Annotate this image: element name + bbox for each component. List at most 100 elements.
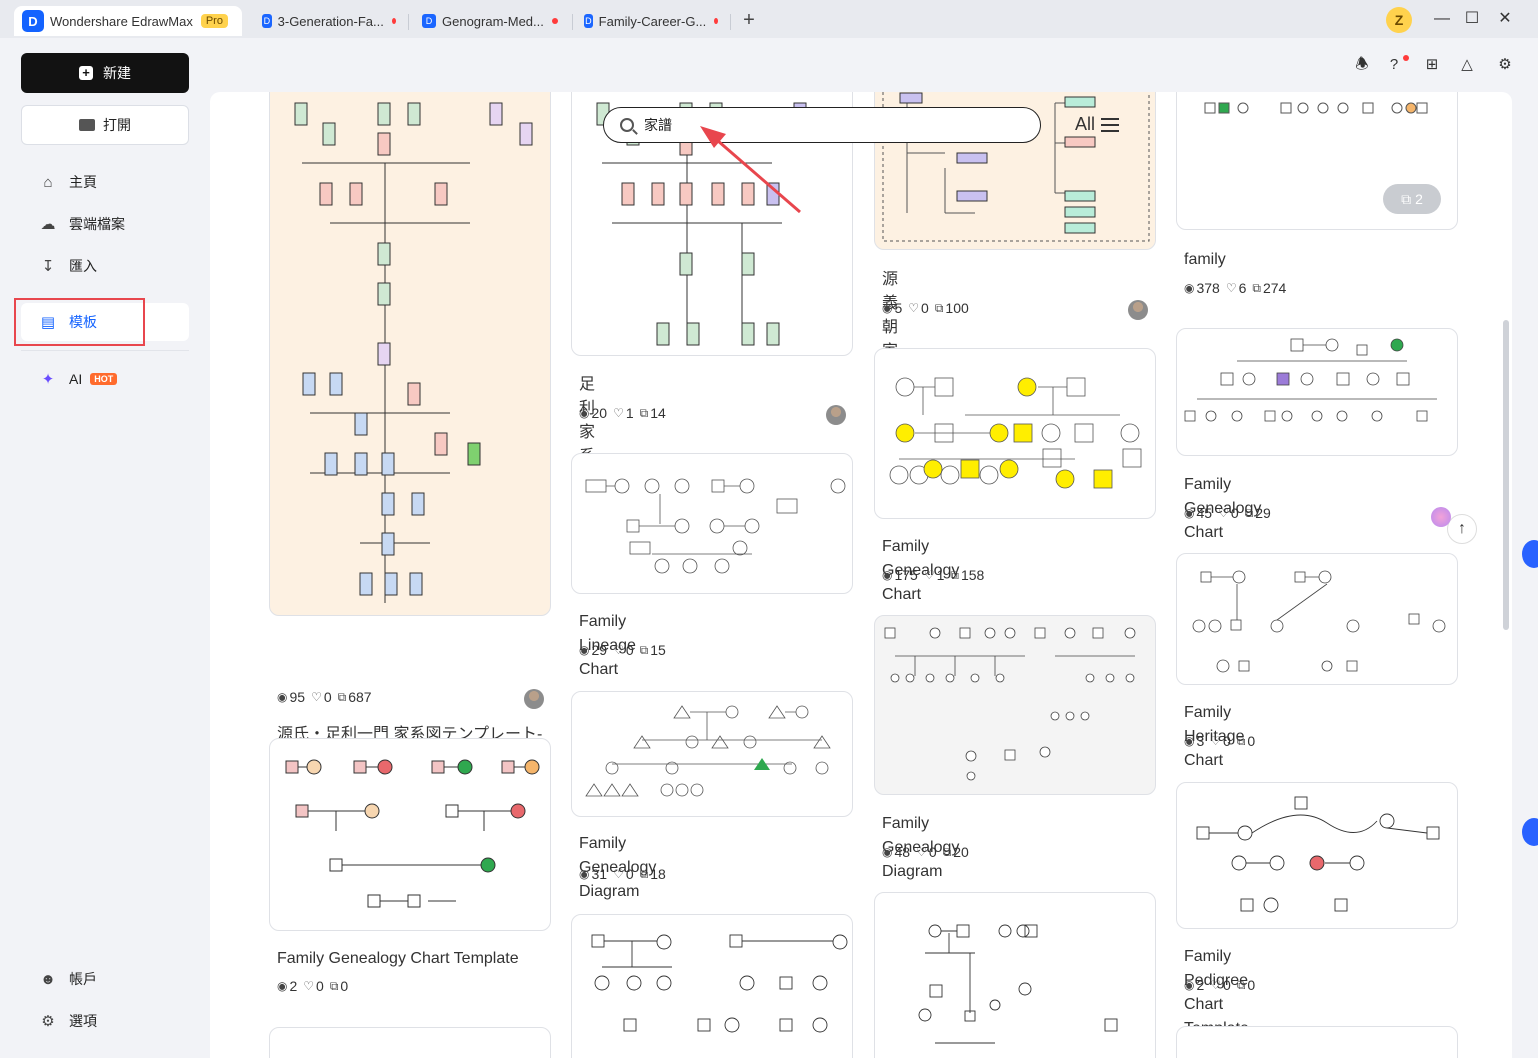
- views-count: 45: [1196, 505, 1213, 521]
- theme-shirt-icon[interactable]: △: [1457, 55, 1477, 75]
- apps-grid-icon[interactable]: ⊞: [1422, 55, 1442, 75]
- sidebar: + 新建 打開 ⌂ 主頁 ☁ 雲端檔案 ↧ 匯入 ▤ 模板 ✦ AI HOT ☻…: [0, 38, 208, 1058]
- template-stats: ◉ 95 ♡ 0 ⧉ 687: [277, 689, 372, 705]
- account-icon: ☻: [40, 970, 56, 988]
- scrollbar[interactable]: [1503, 320, 1509, 630]
- views-eye-icon: ◉: [579, 406, 590, 420]
- template-thumbnail[interactable]: [874, 348, 1156, 519]
- template-thumbnail[interactable]: [571, 914, 853, 1058]
- copies-icon: ⧉: [329, 978, 339, 993]
- sidebar-item-label: 雲端檔案: [69, 216, 125, 232]
- tab-app-home[interactable]: D Wondershare EdrawMax Pro: [14, 6, 242, 36]
- template-stats: ◉ 3 ♡ 0 ⧉ 0: [1184, 733, 1255, 749]
- sidebar-item-import[interactable]: ↧ 匯入: [21, 247, 189, 285]
- assistant-bubble-icon[interactable]: [1522, 818, 1538, 846]
- likes-heart-icon: ♡: [916, 845, 927, 859]
- sidebar-item-label: AI: [69, 371, 83, 387]
- category-filter[interactable]: All: [1075, 114, 1120, 135]
- unsaved-dot-icon: [551, 18, 558, 24]
- pedigree-chart-thumbnail-image: [1196, 796, 1440, 913]
- settings-gear-icon: ⚙: [41, 1013, 55, 1030]
- copies-count: 0: [340, 978, 349, 994]
- genogram-thumbnail-image: [918, 924, 1118, 1044]
- genealogy-chart-thumbnail-image: [1184, 338, 1437, 422]
- tab-separator: [730, 14, 731, 30]
- search-input[interactable]: [644, 117, 1004, 133]
- template-stats: ◉ 20 ♡ 1 ⧉ 14: [579, 405, 666, 421]
- tab-label: 3-Generation-Fa...: [277, 13, 384, 29]
- sidebar-item-ai[interactable]: ✦ AI HOT: [21, 360, 189, 398]
- template-thumbnail[interactable]: [874, 615, 1156, 795]
- back-to-top-button[interactable]: ↑: [1447, 514, 1477, 544]
- tab-document-1[interactable]: D 3-Generation-Fa...: [254, 6, 404, 36]
- likes-heart-icon: ♡: [613, 867, 624, 881]
- template-stats: ◉ 2 ♡ 0 ⧉ 0: [277, 978, 348, 994]
- template-thumbnail[interactable]: [1176, 1026, 1458, 1058]
- notification-dot-icon: [1403, 55, 1409, 61]
- genealogy-chart-thumbnail-image: [889, 377, 1142, 489]
- document-icon: D: [584, 14, 593, 28]
- likes-count: 0: [625, 642, 634, 658]
- sidebar-item-label: 選項: [69, 1013, 97, 1029]
- views-eye-icon: ◉: [579, 867, 590, 881]
- tab-document-2[interactable]: D Genogram-Med...: [414, 6, 570, 36]
- sidebar-item-options[interactable]: ⚙ 選項: [21, 1002, 189, 1040]
- menu-lines-icon: [1101, 117, 1120, 132]
- layers-icon: ⧉: [1401, 190, 1412, 207]
- notification-bell-icon[interactable]: 🕭: [1352, 55, 1372, 75]
- tab-document-3[interactable]: D Family-Career-G...: [576, 6, 726, 36]
- views-eye-icon: ◉: [1184, 506, 1195, 520]
- template-thumbnail[interactable]: [874, 892, 1156, 1058]
- new-tab-button[interactable]: +: [738, 8, 760, 32]
- sidebar-item-cloud-files[interactable]: ☁ 雲端檔案: [21, 205, 189, 243]
- ai-sparkle-icon: ✦: [41, 371, 55, 388]
- template-title[interactable]: Family Genealogy Chart Template: [277, 947, 557, 971]
- tab-label: Genogram-Med...: [442, 13, 544, 29]
- template-stats: ◉ 175 ♡ 1 ⧉ 158: [882, 567, 984, 583]
- template-thumbnail[interactable]: [1176, 553, 1458, 685]
- template-thumbnail[interactable]: [1176, 782, 1458, 929]
- hot-badge: HOT: [90, 373, 118, 385]
- new-button[interactable]: + 新建: [21, 53, 189, 93]
- template-search-box[interactable]: [603, 107, 1041, 143]
- author-avatar[interactable]: [524, 689, 544, 709]
- sidebar-item-home[interactable]: ⌂ 主頁: [21, 163, 189, 201]
- page-count-badge: ⧉ 2: [1383, 184, 1441, 214]
- template-thumbnail[interactable]: [269, 738, 551, 931]
- views-count: 175: [894, 567, 918, 583]
- likes-heart-icon: ♡: [311, 690, 322, 704]
- likes-count: 6: [1238, 280, 1247, 296]
- settings-gear-icon[interactable]: ⚙: [1495, 55, 1515, 75]
- template-thumbnail[interactable]: [571, 691, 853, 817]
- template-thumbnail[interactable]: [269, 92, 551, 616]
- assistant-bubble-icon[interactable]: [1522, 540, 1538, 568]
- close-button[interactable]: ✕: [1493, 8, 1517, 30]
- template-stats: ◉ 2 ♡ 0 ⧉ 0: [1184, 977, 1255, 993]
- open-button[interactable]: 打開: [21, 105, 189, 145]
- likes-count: 0: [316, 978, 324, 994]
- likes-heart-icon: ♡: [1210, 978, 1222, 992]
- author-avatar[interactable]: [826, 405, 846, 425]
- copies-icon: ⧉: [1252, 280, 1261, 295]
- template-title[interactable]: family: [1184, 248, 1226, 272]
- views-eye-icon: ◉: [1184, 734, 1195, 748]
- copies-count: 14: [650, 405, 666, 421]
- author-avatar[interactable]: [1431, 507, 1451, 527]
- views-eye-icon: ◉: [1184, 281, 1195, 295]
- likes-count: 1: [625, 405, 634, 421]
- edrawmax-logo-icon: D: [22, 10, 44, 32]
- sidebar-item-account[interactable]: ☻ 帳戶: [21, 960, 189, 998]
- template-thumbnail[interactable]: [269, 1027, 551, 1058]
- sidebar-item-label: 匯入: [69, 258, 97, 274]
- sidebar-divider: [21, 350, 189, 351]
- views-count: 20: [591, 405, 608, 421]
- template-thumbnail[interactable]: [571, 453, 853, 594]
- user-avatar[interactable]: Z: [1386, 7, 1412, 33]
- minimize-button[interactable]: —: [1430, 8, 1454, 30]
- maximize-button[interactable]: ☐: [1460, 8, 1484, 30]
- template-thumbnail[interactable]: [1176, 328, 1458, 456]
- views-count: 29: [591, 642, 608, 658]
- author-avatar[interactable]: [1128, 300, 1148, 320]
- help-icon[interactable]: ?: [1384, 55, 1404, 75]
- likes-count: 0: [1230, 505, 1239, 521]
